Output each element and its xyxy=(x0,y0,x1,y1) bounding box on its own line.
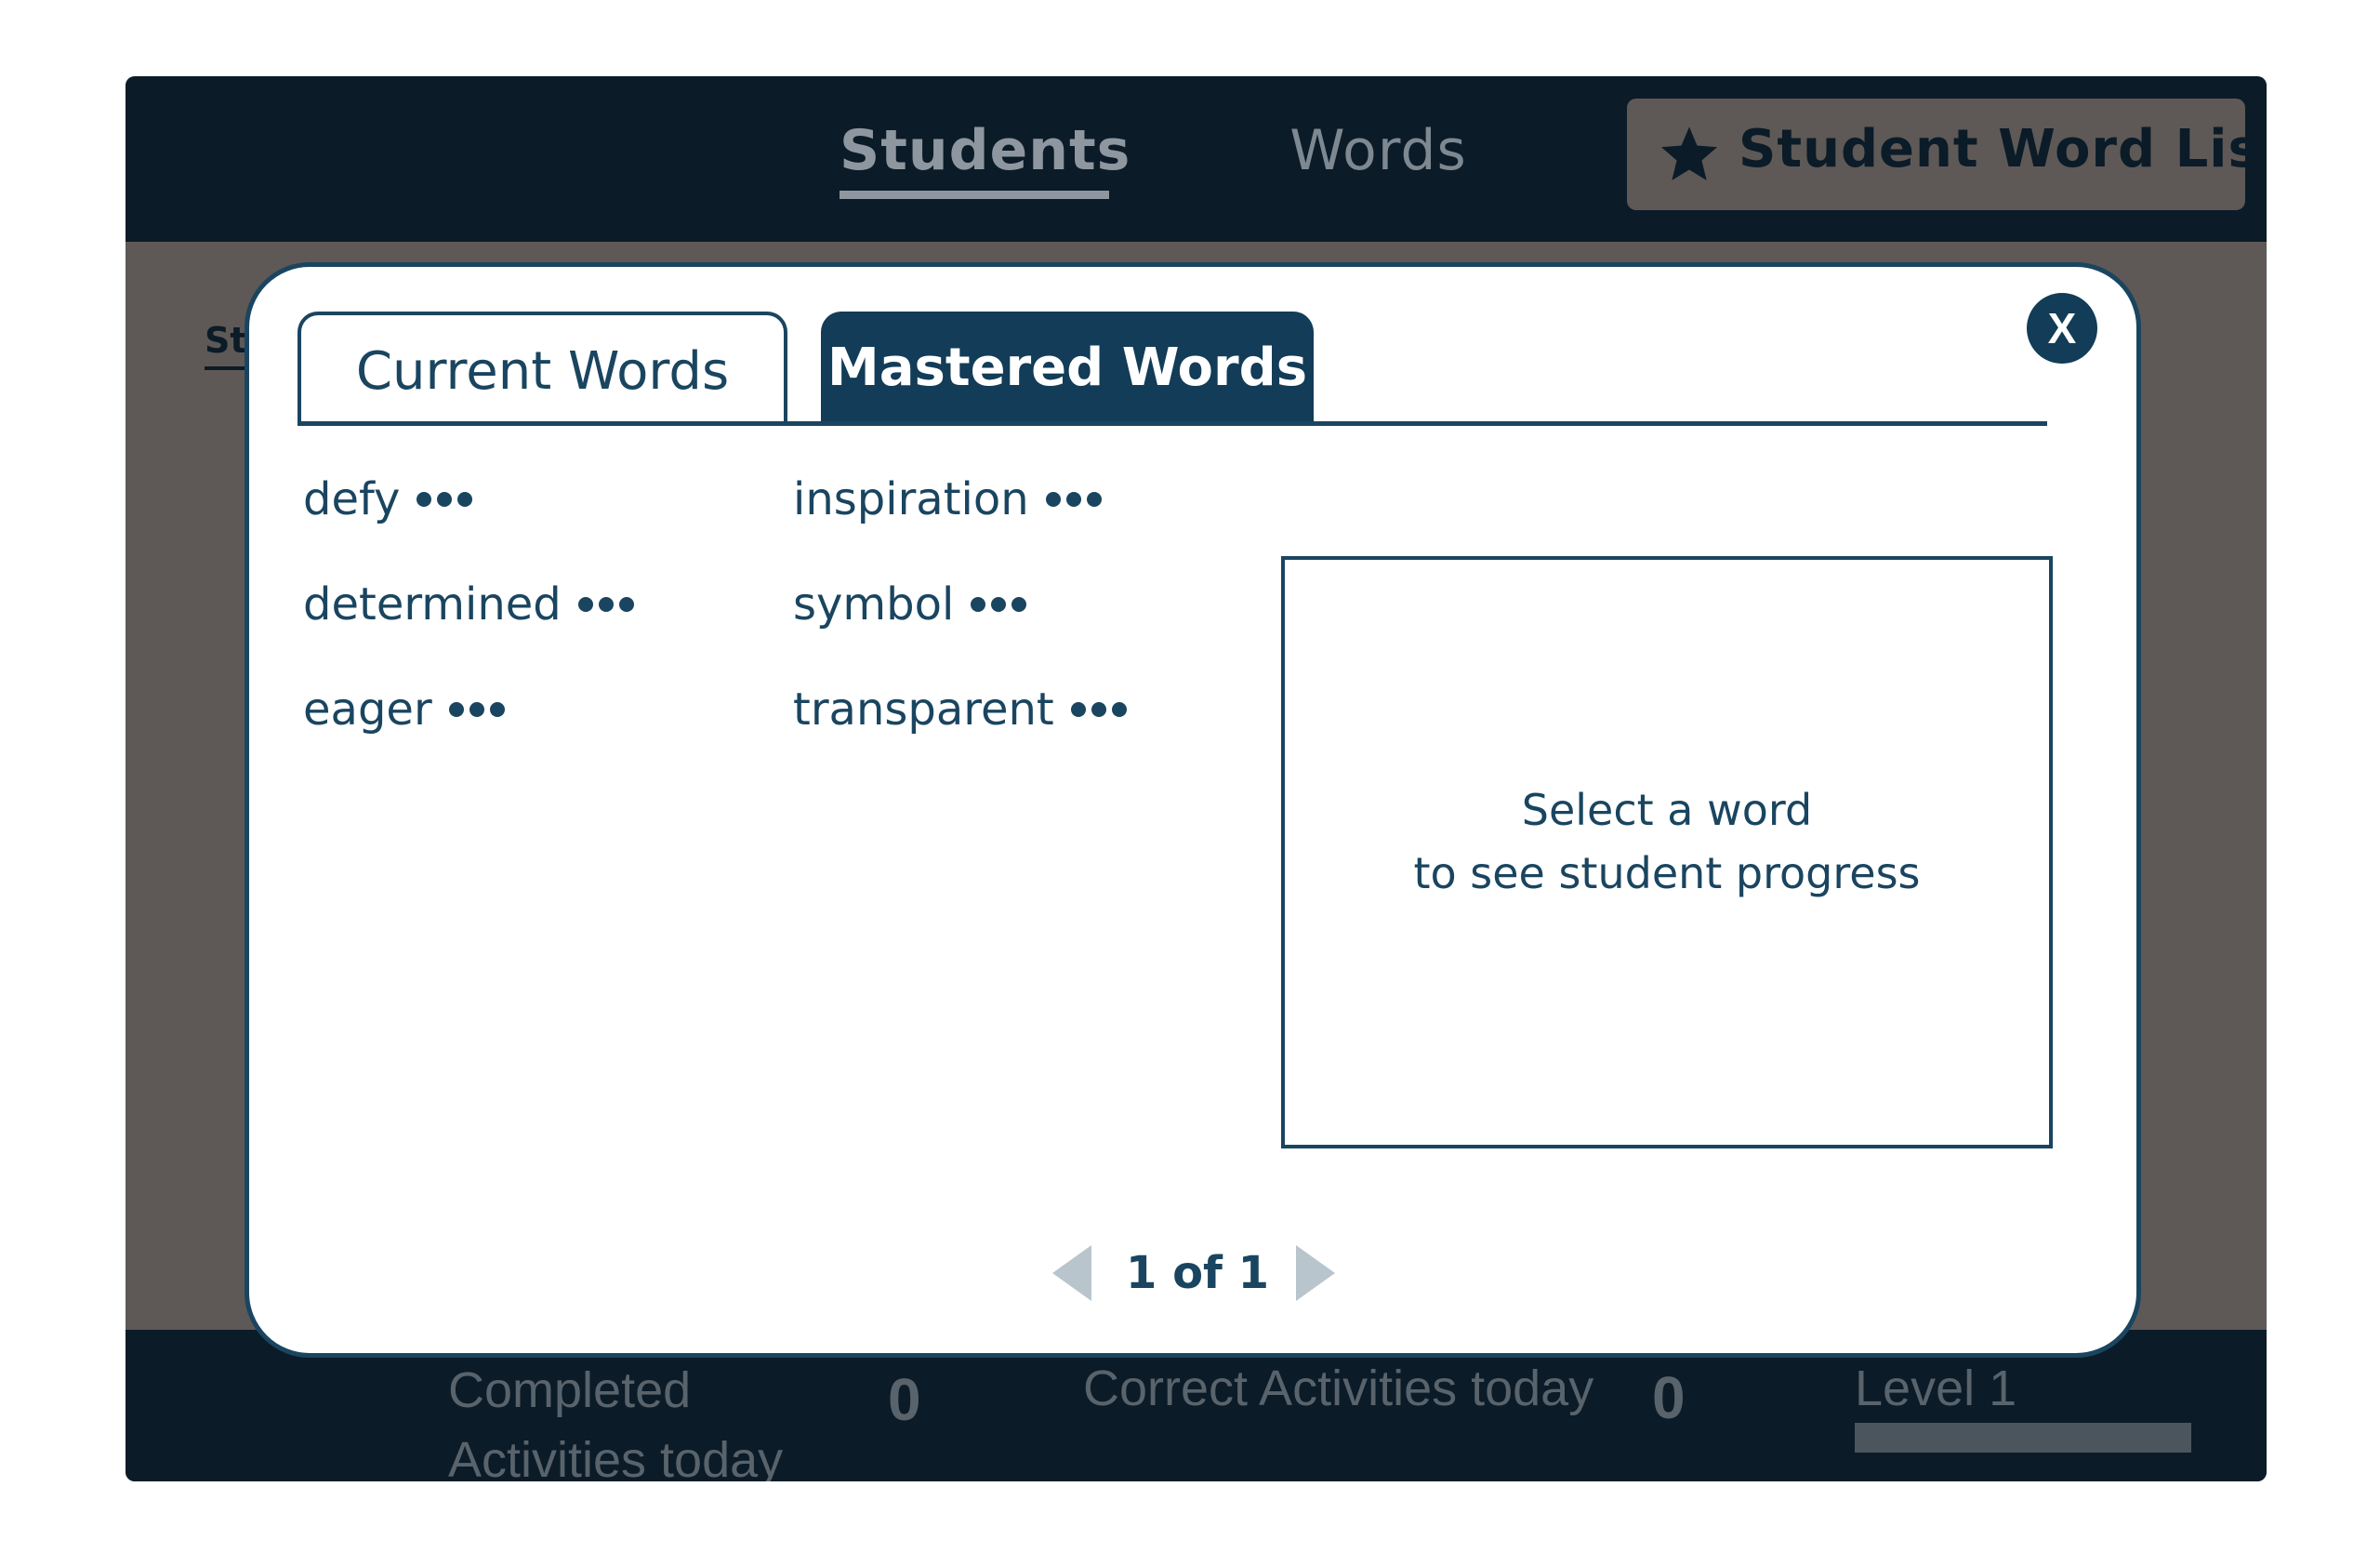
completed-activities-value: 0 xyxy=(888,1366,921,1433)
tab-divider xyxy=(298,421,2047,426)
next-page-arrow-icon[interactable] xyxy=(1292,1243,1339,1303)
word-item[interactable]: defy xyxy=(303,473,473,525)
nav-tab-words-label: Words xyxy=(1289,118,1467,183)
close-button[interactable]: X xyxy=(2027,293,2097,364)
word-label: defy xyxy=(303,473,401,525)
more-icon[interactable] xyxy=(416,492,473,507)
top-nav-bar: Students Words Student Word List xyxy=(126,76,2267,242)
student-progress-panel: Select a word to see student progress xyxy=(1281,556,2053,1148)
word-item[interactable]: transparent xyxy=(793,684,1127,736)
student-word-list-label: Student Word List xyxy=(1739,119,2267,179)
prev-page-arrow-icon[interactable] xyxy=(1049,1243,1095,1303)
obscured-heading: St xyxy=(205,320,247,361)
more-icon[interactable] xyxy=(1070,702,1127,717)
more-icon[interactable] xyxy=(971,597,1027,612)
progress-placeholder-line1: Select a word xyxy=(1521,785,1813,835)
word-list-modal: X Current Words Mastered Words defy dete… xyxy=(245,262,2141,1358)
more-icon[interactable] xyxy=(448,702,505,717)
word-list: defy determined eager inspiration symbol… xyxy=(303,473,1233,808)
page-indicator: 1 of 1 xyxy=(1125,1247,1270,1299)
word-label: transparent xyxy=(793,684,1054,736)
obscured-heading-underline xyxy=(205,366,245,370)
level-progress-fill xyxy=(1855,1423,2191,1453)
level-label: Level 1 xyxy=(1855,1361,2017,1416)
word-item[interactable]: symbol xyxy=(793,578,1027,630)
completed-activities-label: Completed Activities today xyxy=(448,1362,784,1481)
more-icon[interactable] xyxy=(1045,492,1102,507)
level-progress-bar xyxy=(1855,1423,2191,1453)
word-item[interactable]: eager xyxy=(303,684,505,736)
tab-current-words[interactable]: Current Words xyxy=(298,312,787,425)
progress-placeholder: Select a word to see student progress xyxy=(1285,778,2049,905)
pagination: 1 of 1 xyxy=(1049,1243,1374,1308)
word-item[interactable]: inspiration xyxy=(793,473,1102,525)
word-label: symbol xyxy=(793,578,955,630)
nav-tab-words[interactable]: Words xyxy=(1278,113,1478,188)
tab-mastered-words[interactable]: Mastered Words xyxy=(821,312,1314,425)
word-item[interactable]: determined xyxy=(303,578,634,630)
nav-tab-students-label: Students xyxy=(840,118,1131,183)
star-icon xyxy=(1660,126,1718,180)
word-label: determined xyxy=(303,578,562,630)
nav-tab-students[interactable]: Students xyxy=(840,113,1130,199)
progress-placeholder-line2: to see student progress xyxy=(1413,848,1921,898)
correct-activities-value: 0 xyxy=(1652,1364,1686,1431)
word-label: inspiration xyxy=(793,473,1029,525)
student-word-list-button[interactable]: Student Word List xyxy=(1627,99,2267,210)
more-icon[interactable] xyxy=(577,597,634,612)
correct-activities-label: Correct Activities today xyxy=(1083,1361,1594,1416)
active-tab-underline xyxy=(840,191,1109,199)
word-label: eager xyxy=(303,684,432,736)
